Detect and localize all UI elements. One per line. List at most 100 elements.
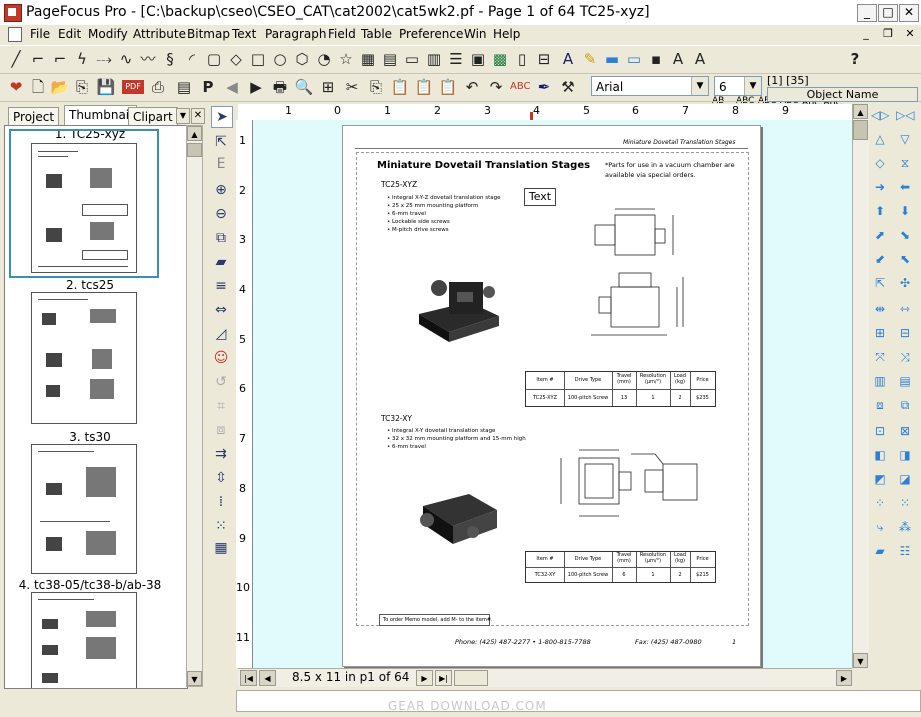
menu-help[interactable]: Help (493, 27, 520, 41)
compress-icon[interactable]: ⤨ (896, 348, 914, 366)
print-icon[interactable]: 🖶 (270, 77, 290, 97)
paste-icon[interactable]: 📋 (390, 77, 410, 97)
text-frame-icon[interactable]: ▭ (402, 49, 422, 69)
export-icon[interactable]: ⎙ (148, 77, 168, 97)
text-color-icon[interactable]: A (558, 49, 578, 69)
ruler-tool-icon[interactable]: ⊟ (534, 49, 554, 69)
zoom-out-icon[interactable]: ⊖ (211, 204, 231, 224)
freehand-icon[interactable]: ∿ (116, 49, 136, 69)
height-icon[interactable]: ▤ (896, 372, 914, 390)
scroll-up-icon[interactable]: ▲ (853, 104, 868, 119)
tab-project[interactable]: Project (8, 107, 60, 126)
document-canvas[interactable]: Miniature Dovetail Translation Stages Mi… (253, 120, 852, 668)
dots-icon[interactable]: ⁙ (896, 494, 914, 512)
rectangle-icon[interactable]: □ (248, 49, 268, 69)
mdi-close-button[interactable]: ✕ (902, 27, 918, 41)
connector-icon[interactable]: ⤷ (871, 518, 889, 536)
scroll-up-icon[interactable]: ▲ (187, 126, 202, 141)
undo-icon[interactable]: ↶ (462, 77, 482, 97)
scroll-thumb[interactable] (187, 143, 202, 157)
heart-icon[interactable]: ❤ (6, 77, 26, 97)
move-down-icon[interactable]: ⬇ (896, 202, 914, 220)
object-name-field[interactable]: Object Name (767, 87, 918, 102)
node-select-icon[interactable]: ⇱ (211, 132, 231, 152)
mdi-minimize-button[interactable]: _ (858, 27, 874, 41)
resize-icon[interactable]: ⇔ (211, 300, 231, 320)
thumbnail-list[interactable]: 1. TC25-xyz 2. tcs25 3. ts30 4. tc38-05/… (4, 125, 188, 689)
clipboard-icon[interactable]: 📋 (438, 77, 458, 97)
pen-icon[interactable]: ✒ (534, 77, 554, 97)
document-page[interactable]: Miniature Dovetail Translation Stages Mi… (342, 125, 761, 667)
maximize-button[interactable]: □ (878, 4, 898, 22)
line-tool-icon[interactable]: ╱ (6, 49, 26, 69)
copy-frame-icon[interactable]: ⧉ (211, 228, 231, 248)
elbow-line-icon[interactable]: ⌐ (50, 49, 70, 69)
spellcheck-icon[interactable]: ABC (510, 77, 531, 97)
text-edit-icon[interactable]: E (211, 154, 231, 174)
first-page-icon[interactable]: |◀ (240, 670, 257, 686)
pie-icon[interactable]: ◔ (314, 49, 334, 69)
line-weight-icon[interactable]: ≡ (211, 276, 231, 296)
table-icon[interactable]: ▦ (358, 49, 378, 69)
menu-table[interactable]: Table (361, 27, 392, 41)
curve-icon[interactable]: § (160, 49, 180, 69)
thumbnail-scrollbar[interactable]: ▲ ▼ (186, 125, 203, 687)
thumbnail-page-2[interactable] (31, 292, 137, 424)
align-icon[interactable]: ⇉ (211, 444, 231, 464)
menu-win[interactable]: Win (464, 27, 487, 41)
arrow-line-icon[interactable]: ⤏ (94, 49, 114, 69)
back-icon[interactable]: ◀ (222, 77, 242, 97)
front-icon[interactable]: ◧ (871, 446, 889, 464)
move-right-icon[interactable]: ➜ (871, 178, 889, 196)
panel-close-icon[interactable]: ✕ (191, 108, 205, 124)
list-icon[interactable]: ☰ (446, 49, 466, 69)
close-button[interactable]: ✕ (899, 4, 919, 22)
layers-icon[interactable]: ▦ (211, 538, 231, 558)
select-arrow-icon[interactable]: ➤ (211, 106, 233, 128)
lock-icon[interactable]: ▰ (871, 542, 889, 560)
publish-icon[interactable]: ▤ (174, 77, 194, 97)
open-folder-icon[interactable]: 📂 (50, 77, 70, 97)
skew-icon[interactable]: ◿ (211, 324, 231, 344)
forward-icon[interactable]: ▶ (246, 77, 266, 97)
last-page-icon[interactable]: ▶| (435, 670, 452, 686)
same-width-icon[interactable]: ⊠ (896, 422, 914, 440)
chevron-down-icon[interactable]: ▼ (744, 77, 761, 95)
find-icon[interactable]: 🔍 (294, 77, 314, 97)
chevron-down-icon[interactable]: ▼ (691, 77, 708, 95)
table-layout-icon[interactable]: ☷ (896, 542, 914, 560)
menu-file[interactable]: File (30, 27, 50, 41)
distribute-h-icon[interactable]: ⇹ (871, 300, 889, 318)
arc-icon[interactable]: ◜ (182, 49, 202, 69)
unstack-icon[interactable]: ⊟ (896, 324, 914, 342)
menu-edit[interactable]: Edit (58, 27, 81, 41)
transform-icon[interactable]: ⧈ (211, 420, 231, 440)
polyline-tool-icon[interactable]: ⌐ (28, 49, 48, 69)
group-icon[interactable]: ⧈ (871, 396, 889, 414)
document-icon[interactable] (8, 27, 22, 42)
hammer-icon[interactable]: ⚒ (558, 77, 578, 97)
bezier-icon[interactable]: 〰 (138, 49, 158, 69)
text-fit-icon[interactable]: A (690, 49, 710, 69)
pdf-export-icon[interactable]: PDF (122, 80, 144, 94)
star-icon[interactable]: ☆ (336, 49, 356, 69)
thumbnail-page-3[interactable] (31, 444, 137, 574)
align-left-icon[interactable]: ◁▷ (871, 106, 889, 124)
help-icon[interactable]: ? (845, 49, 865, 69)
frame-icon[interactable]: ▯ (512, 49, 532, 69)
form-icon[interactable]: ▣ (468, 49, 488, 69)
people-icon[interactable]: ☺ (211, 348, 231, 368)
redo-icon[interactable]: ↷ (486, 77, 506, 97)
menu-paragraph[interactable]: Paragraph (265, 27, 326, 41)
font-name-select[interactable]: Arial ▼ (591, 76, 709, 96)
distribute-v-icon[interactable]: ⇿ (896, 300, 914, 318)
thumbnail-page-4[interactable] (31, 592, 137, 688)
align-top-icon[interactable]: △ (871, 130, 889, 148)
grid-icon[interactable]: ▤ (380, 49, 400, 69)
move-sw-icon[interactable]: ⬋ (871, 250, 889, 268)
expand-icon[interactable]: ✣ (896, 274, 914, 292)
line-color-icon[interactable]: ▭ (624, 49, 644, 69)
font-size-select[interactable]: 6 ▼ (714, 76, 762, 96)
width-icon[interactable]: ▥ (871, 372, 889, 390)
spread-icon[interactable]: ⤧ (871, 348, 889, 366)
